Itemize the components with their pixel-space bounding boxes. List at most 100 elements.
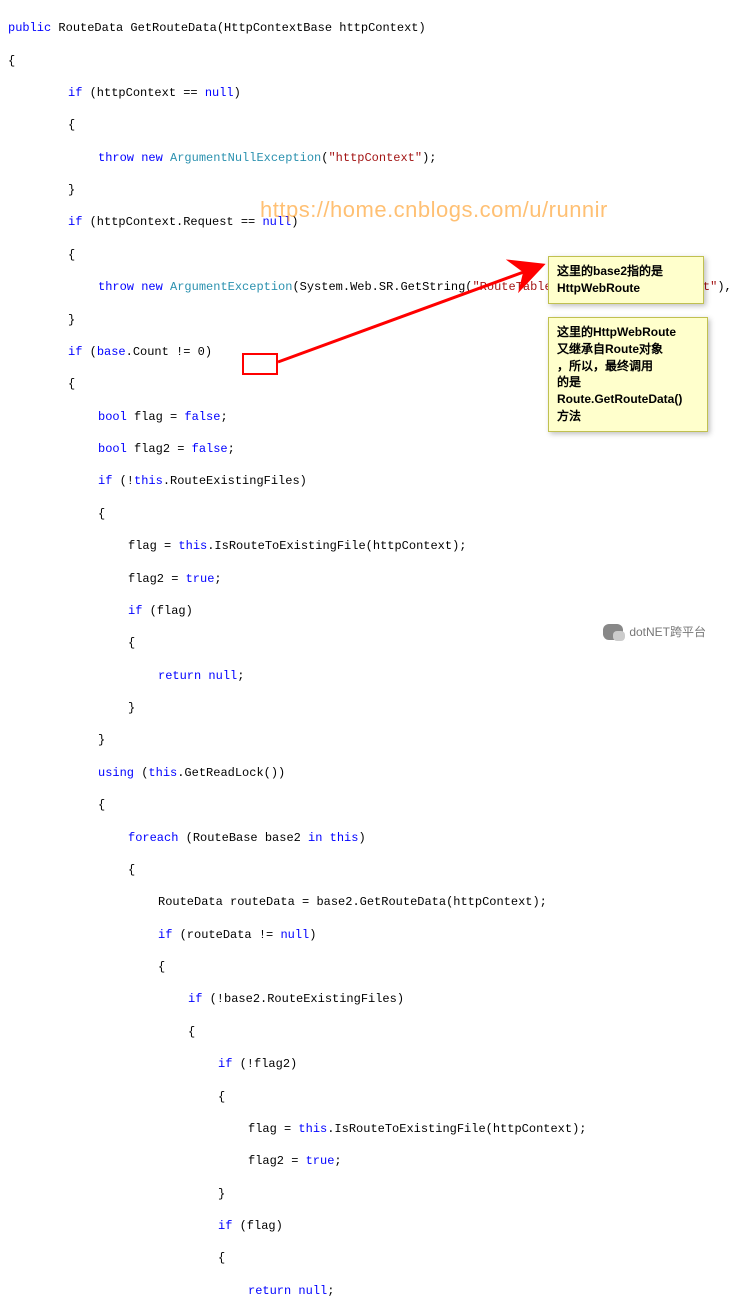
txt: ) xyxy=(234,86,241,100)
brace: { xyxy=(8,959,722,975)
txt: .IsRouteToExistingFile(httpContext); xyxy=(207,539,466,553)
annotation-1-line-2: HttpWebRoute xyxy=(557,280,695,297)
kw-this: this xyxy=(298,1122,327,1136)
txt: .GetReadLock()) xyxy=(177,766,285,780)
kw-null: null xyxy=(205,86,234,100)
method-sig: RouteData GetRouteData(HttpContextBase h… xyxy=(51,21,425,35)
kw-bool: bool xyxy=(98,410,127,424)
kw-if: if xyxy=(68,345,82,359)
brace: } xyxy=(8,732,722,748)
txt: .RouteExistingFiles) xyxy=(163,474,307,488)
annotation-2-line-1: 这里的HttpWebRoute xyxy=(557,324,699,341)
kw-new: new xyxy=(141,280,163,294)
brace: { xyxy=(8,862,722,878)
type: ArgumentNullException xyxy=(170,151,321,165)
code-block: public RouteData GetRouteData(HttpContex… xyxy=(0,0,730,1304)
annotation-1-line-1: 这里的base2指的是 xyxy=(557,263,695,280)
kw-this: this xyxy=(134,474,163,488)
kw-if: if xyxy=(68,215,82,229)
kw-public: public xyxy=(8,21,51,35)
txt: .Count != 0) xyxy=(126,345,212,359)
type: ArgumentException xyxy=(170,280,292,294)
kw-throw: throw xyxy=(98,280,134,294)
footer-logo: dotNET跨平台 xyxy=(603,624,706,640)
base2-highlight: base2 xyxy=(316,895,352,909)
brace: { xyxy=(8,117,722,133)
annotation-2-line-4: 的是 xyxy=(557,374,699,391)
wechat-icon xyxy=(603,624,623,640)
kw-bool: bool xyxy=(98,442,127,456)
txt: (flag) xyxy=(232,1219,282,1233)
txt: ( xyxy=(82,345,96,359)
annotation-box-1: 这里的base2指的是 HttpWebRoute xyxy=(548,256,704,304)
txt: (RouteBase base2 xyxy=(178,831,308,845)
kw-in: in xyxy=(308,831,322,845)
kw-if: if xyxy=(218,1219,232,1233)
kw-if: if xyxy=(98,474,112,488)
brace: { xyxy=(8,1089,722,1105)
txt: flag2 = xyxy=(127,442,192,456)
kw-using: using xyxy=(98,766,134,780)
annotation-box-2: 这里的HttpWebRoute 又继承自Route对象 ，所以，最终调用 的是 … xyxy=(548,317,708,432)
kw-null: null xyxy=(298,1284,327,1298)
brace: { xyxy=(8,506,722,522)
semi: ; xyxy=(327,1284,334,1298)
brace: { xyxy=(8,797,722,813)
txt: (!base2.RouteExistingFiles) xyxy=(202,992,404,1006)
txt: (httpContext == xyxy=(82,86,204,100)
semi: ; xyxy=(220,410,227,424)
kw-foreach: foreach xyxy=(128,831,178,845)
kw-this: this xyxy=(330,831,359,845)
txt: flag = xyxy=(248,1122,298,1136)
kw-throw: throw xyxy=(98,151,134,165)
semi: ; xyxy=(334,1154,341,1168)
semi: ; xyxy=(237,669,244,683)
kw-true: true xyxy=(186,572,215,586)
txt: .IsRouteToExistingFile(httpContext); xyxy=(327,1122,586,1136)
kw-new: new xyxy=(141,151,163,165)
txt: RouteData routeData = xyxy=(158,895,316,909)
semi: ; xyxy=(228,442,235,456)
kw-base: base xyxy=(97,345,126,359)
txt: ) xyxy=(309,928,316,942)
kw-null: null xyxy=(208,669,237,683)
txt: (! xyxy=(112,474,134,488)
kw-false: false xyxy=(184,410,220,424)
annotation-2-line-3: ，所以，最终调用 xyxy=(557,358,699,375)
txt: .GetRouteData(httpContext); xyxy=(352,895,546,909)
txt: (flag) xyxy=(142,604,192,618)
kw-null: null xyxy=(280,928,309,942)
txt: ) xyxy=(291,215,298,229)
txt: (!flag2) xyxy=(232,1057,297,1071)
txt: (System.Web.SR.GetString( xyxy=(292,280,472,294)
txt: ( xyxy=(134,766,148,780)
kw-if: if xyxy=(218,1057,232,1071)
string: "httpContext" xyxy=(328,151,422,165)
txt: ) xyxy=(358,831,365,845)
kw-if: if xyxy=(188,992,202,1006)
brace: { xyxy=(8,53,722,69)
brace: } xyxy=(8,1186,722,1202)
kw-null: null xyxy=(262,215,291,229)
brace: } xyxy=(8,700,722,716)
kw-this: this xyxy=(148,766,177,780)
kw-if: if xyxy=(158,928,172,942)
footer-text: dotNET跨平台 xyxy=(629,624,706,640)
kw-if: if xyxy=(68,86,82,100)
txt: ); xyxy=(422,151,436,165)
semi: ; xyxy=(214,572,221,586)
brace: { xyxy=(8,1024,722,1040)
txt: (httpContext.Request == xyxy=(82,215,262,229)
txt: flag2 = xyxy=(248,1154,306,1168)
kw-if: if xyxy=(128,604,142,618)
kw-return: return xyxy=(158,669,201,683)
kw-false: false xyxy=(192,442,228,456)
txt: flag = xyxy=(127,410,185,424)
brace: { xyxy=(8,1250,722,1266)
annotation-2-line-5: Route.GetRouteData() xyxy=(557,391,699,408)
brace: } xyxy=(8,182,722,198)
txt: ), xyxy=(717,280,730,294)
txt: (routeData != xyxy=(172,928,280,942)
annotation-2-line-2: 又继承自Route对象 xyxy=(557,341,699,358)
kw-this: this xyxy=(178,539,207,553)
